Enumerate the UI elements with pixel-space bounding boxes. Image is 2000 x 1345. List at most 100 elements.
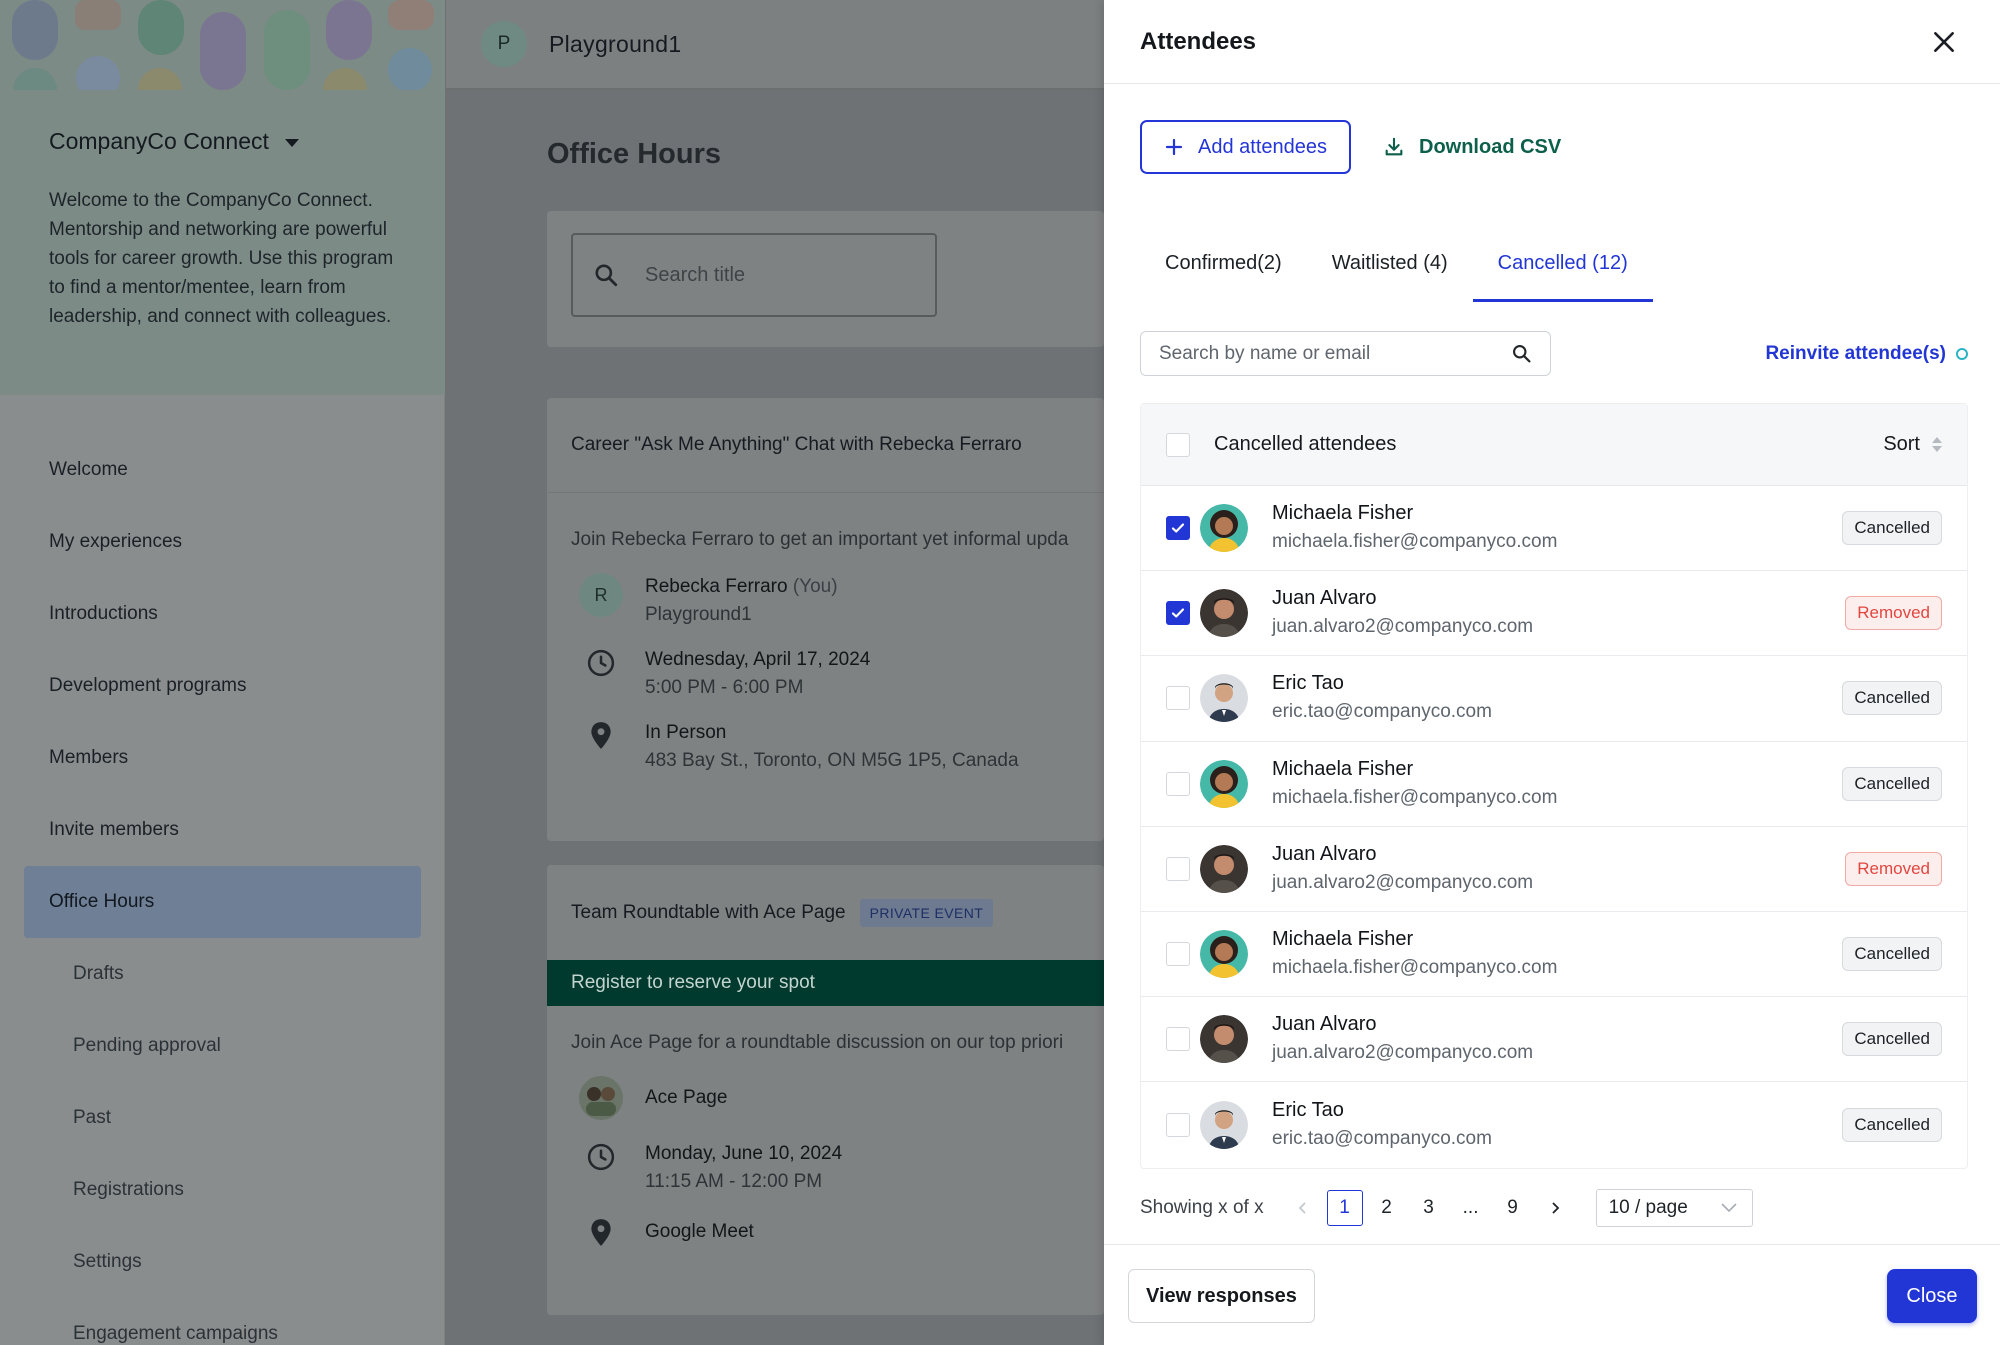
sidebar-banner: CompanyCo Connect Welcome to the Company… (0, 0, 445, 395)
register-bar[interactable]: Register to reserve your spot (547, 960, 1104, 1006)
check-icon (1171, 608, 1185, 618)
page-9-button[interactable]: 9 (1495, 1190, 1531, 1226)
private-event-badge: PRIVATE EVENT (859, 898, 994, 927)
sidebar-item-my-experiences[interactable]: My experiences (24, 506, 421, 578)
attendee-email: michaela.fisher@companyco.com (1272, 531, 1558, 553)
attendee-search-input[interactable]: Search by name or email (1140, 331, 1551, 376)
sidebar-item-pending-approval[interactable]: Pending approval (24, 1010, 421, 1082)
sort-icon (1932, 437, 1942, 452)
select-all-checkbox[interactable] (1166, 432, 1190, 457)
welcome-text: Welcome to the CompanyCo Connect. Mentor… (49, 190, 394, 327)
row-checkbox[interactable] (1166, 942, 1190, 967)
row-checkbox[interactable] (1166, 686, 1190, 711)
attendee-name: Juan Alvaro (1272, 842, 1377, 865)
sidebar: CompanyCo Connect Welcome to the Company… (0, 0, 445, 1345)
page-size-select[interactable]: 10 / page (1595, 1189, 1753, 1227)
close-button[interactable]: Close (1887, 1269, 1977, 1323)
company-name: CompanyCo Connect (49, 128, 269, 154)
row-checkbox[interactable] (1166, 516, 1190, 541)
group-avatar-icon (586, 1087, 616, 1116)
check-icon (1171, 523, 1185, 533)
row-checkbox[interactable] (1166, 1027, 1190, 1052)
attendees-drawer: Attendees Add attendees Download CSV Con… (1104, 0, 2000, 1345)
attendee-avatar (1200, 1100, 1248, 1149)
event-description: Join Rebecka Ferraro to get an important… (571, 529, 1069, 550)
sidebar-item-introductions[interactable]: Introductions (24, 578, 421, 650)
attendee-info: Michaela Fisher michaela.fisher@companyco… (1272, 755, 1842, 813)
reinvite-attendees-button[interactable]: Reinvite attendee(s) (1765, 343, 1968, 365)
sidebar-item-past[interactable]: Past (24, 1082, 421, 1154)
sidebar-item-invite-members[interactable]: Invite members (24, 794, 421, 866)
attendee-avatar (1200, 759, 1248, 808)
table-row: Michaela Fisher michaela.fisher@companyco… (1141, 912, 1967, 998)
host-org: Playground1 (645, 604, 752, 625)
page-2-button[interactable]: 2 (1369, 1190, 1405, 1226)
drawer-footer: View responses Close (1104, 1244, 2000, 1345)
title-search-input[interactable]: Search title (571, 233, 937, 317)
close-drawer-button[interactable] (1924, 22, 1964, 62)
download-csv-button[interactable]: Download CSV (1383, 136, 1561, 159)
row-checkbox[interactable] (1166, 771, 1190, 796)
table-row: Eric Tao eric.tao@companyco.com Cancelled (1141, 1082, 1967, 1167)
sidebar-item-settings[interactable]: Settings (24, 1226, 421, 1298)
attendee-email: eric.tao@companyco.com (1272, 1127, 1492, 1149)
attendee-name: Michaela Fisher (1272, 502, 1414, 525)
attendee-email: michaela.fisher@companyco.com (1272, 957, 1558, 979)
table-row: Juan Alvaro juan.alvaro2@companyco.com Rem… (1141, 827, 1967, 912)
download-icon (1385, 137, 1403, 156)
page-3-button[interactable]: 3 (1411, 1190, 1447, 1226)
attendee-avatar (1200, 504, 1248, 553)
prev-page-button[interactable] (1285, 1190, 1321, 1226)
sidebar-item-registrations[interactable]: Registrations (24, 1154, 421, 1226)
view-responses-button[interactable]: View responses (1128, 1269, 1315, 1323)
status-badge: Cancelled (1842, 681, 1942, 716)
attendee-info: Juan Alvaro juan.alvaro2@companyco.com (1272, 840, 1845, 898)
pagination-info: Showing x of x (1140, 1197, 1264, 1218)
attendee-email: juan.alvaro2@companyco.com (1272, 871, 1534, 893)
search-icon (1513, 345, 1531, 363)
attendee-info: Juan Alvaro juan.alvaro2@companyco.com (1272, 584, 1845, 642)
drawer-actions: Add attendees Download CSV (1140, 120, 1561, 174)
row-checkbox[interactable] (1166, 1112, 1190, 1137)
host-name: Rebecka Ferraro (645, 576, 788, 597)
attendee-name: Juan Alvaro (1272, 587, 1377, 610)
tab-cancelled[interactable]: Cancelled (12) (1472, 228, 1653, 302)
attendee-search-row: Search by name or email Reinvite attende… (1140, 331, 1968, 376)
table-row: Juan Alvaro juan.alvaro2@companyco.com Rem… (1141, 571, 1967, 657)
caret-down-icon (284, 139, 299, 147)
table-row: Michaela Fisher michaela.fisher@companyco… (1141, 486, 1967, 572)
pagination: Showing x of x 1 2 3... 9 10 / page (1140, 1189, 1753, 1227)
chevron-right-icon (1551, 1202, 1559, 1214)
attendee-email: eric.tao@companyco.com (1272, 701, 1492, 723)
sidebar-item-development-programs[interactable]: Development programs (24, 650, 421, 722)
row-checkbox[interactable] (1166, 856, 1190, 881)
tab-confirmed[interactable]: Confirmed(2) (1140, 228, 1307, 302)
add-attendees-button[interactable]: Add attendees (1140, 120, 1351, 174)
status-badge: Cancelled (1842, 511, 1942, 546)
sidebar-item-office-hours[interactable]: Office Hours (24, 866, 421, 938)
event-title[interactable]: Team Roundtable with Ace Page PRIVATE EV… (547, 865, 1104, 960)
page-1-button[interactable]: 1 (1326, 1190, 1363, 1226)
status-badge: Cancelled (1842, 1022, 1942, 1057)
event-card[interactable]: Team Roundtable with Ace Page PRIVATE EV… (547, 865, 1104, 1315)
event-datetime: Wednesday, April 17, 2024 5:00 PM - 6:00… (547, 646, 1104, 702)
location-pin-icon (591, 722, 611, 749)
event-location-type: In Person (645, 722, 727, 743)
sidebar-item-welcome[interactable]: Welcome (24, 434, 421, 506)
company-switcher[interactable]: CompanyCo Connect (49, 128, 299, 155)
next-page-button[interactable] (1537, 1190, 1573, 1226)
sidebar-item-engagement-campaigns[interactable]: Engagement campaigns (24, 1298, 421, 1345)
event-title[interactable]: Career "Ask Me Anything" Chat with Rebec… (547, 398, 1104, 493)
table-body: Michaela Fisher michaela.fisher@companyco… (1141, 486, 1967, 1168)
sort-button[interactable]: Sort (1883, 433, 1942, 456)
drawer-header: Attendees (1104, 0, 2000, 84)
sidebar-item-members[interactable]: Members (24, 722, 421, 794)
workspace-avatar[interactable]: P (481, 21, 527, 67)
row-checkbox[interactable] (1166, 601, 1190, 626)
status-badge: Cancelled (1842, 766, 1942, 801)
tab-waitlisted[interactable]: Waitlisted (4) (1307, 228, 1473, 302)
event-card[interactable]: Career "Ask Me Anything" Chat with Rebec… (547, 398, 1104, 841)
sidebar-item-drafts[interactable]: Drafts (24, 938, 421, 1010)
event-host: R Rebecka Ferraro (You) Playground1 (547, 573, 1104, 629)
page-ellipsis[interactable]: ... (1453, 1190, 1489, 1226)
